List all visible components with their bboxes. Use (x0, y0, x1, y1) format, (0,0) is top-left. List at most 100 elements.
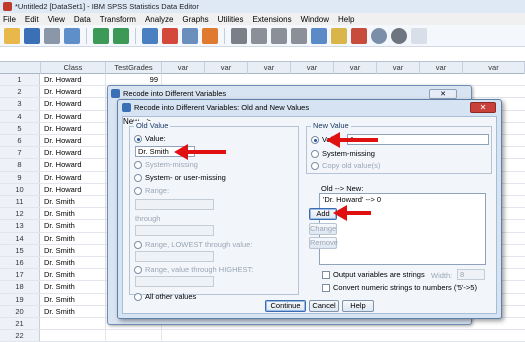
row-number[interactable]: 18 (0, 281, 40, 293)
range-from-input[interactable] (135, 199, 214, 210)
row-number[interactable]: 3 (0, 98, 40, 110)
cell-class[interactable]: Dr. Smith (41, 257, 106, 269)
row-number[interactable]: 10 (0, 183, 40, 195)
column-header-var[interactable]: var (377, 62, 420, 74)
cell-class[interactable]: Dr. Smith (41, 269, 106, 281)
cell-class[interactable]: Dr. Howard (41, 122, 106, 134)
copy-old-values-radio[interactable]: Copy old value(s) (311, 161, 380, 170)
cell-editor-bar[interactable] (0, 48, 525, 62)
continue-button[interactable]: Continue (265, 300, 306, 312)
cell-class[interactable]: Dr. Howard (41, 147, 106, 159)
row-number[interactable]: 14 (0, 232, 40, 244)
cell-class[interactable] (41, 330, 106, 342)
cancel-button[interactable]: Cancel (309, 300, 339, 312)
goto-variable-icon[interactable] (162, 27, 178, 44)
change-button[interactable]: Change (309, 223, 337, 235)
cell-testgrades[interactable]: 99 (106, 74, 162, 86)
menu-edit[interactable]: Edit (25, 15, 39, 24)
cell-class[interactable]: Dr. Smith (41, 305, 106, 317)
goto-case-icon[interactable] (142, 27, 158, 44)
weight-cases-icon[interactable] (311, 27, 327, 44)
column-header-testgrades[interactable]: TestGrades (106, 62, 162, 74)
split-file-icon[interactable] (291, 27, 307, 44)
menu-help[interactable]: Help (338, 15, 354, 24)
open-folder-icon[interactable] (4, 27, 20, 44)
spell-check-icon[interactable] (411, 27, 427, 44)
range-highest-input[interactable] (135, 276, 214, 287)
save-icon[interactable] (24, 27, 40, 44)
row-number[interactable]: 11 (0, 196, 40, 208)
run-descriptives-icon[interactable] (202, 27, 218, 44)
menu-file[interactable]: File (3, 15, 16, 24)
row-number[interactable]: 1 (0, 74, 40, 86)
range-highest-radio[interactable]: Range, value through HIGHEST: (134, 265, 253, 274)
menu-utilities[interactable]: Utilities (218, 15, 244, 24)
cell-class[interactable]: Dr. Howard (41, 86, 106, 98)
row-number[interactable]: 22 (0, 330, 40, 342)
system-or-user-missing-radio[interactable]: System- or user-missing (134, 173, 226, 182)
range-to-input[interactable] (135, 225, 214, 236)
range-lowest-input[interactable] (135, 251, 214, 262)
cell-class[interactable]: Dr. Howard (41, 110, 106, 122)
row-number[interactable]: 9 (0, 171, 40, 183)
row-number[interactable]: 6 (0, 135, 40, 147)
row-number[interactable]: 5 (0, 122, 40, 134)
cell-class[interactable]: Dr. Howard (41, 159, 106, 171)
remove-button[interactable]: Remove (309, 237, 338, 249)
dialog-recall-icon[interactable] (64, 27, 80, 44)
column-header-var[interactable]: var (334, 62, 377, 74)
cell-class[interactable] (41, 318, 106, 330)
cell-class[interactable]: Dr. Smith (41, 244, 106, 256)
cell-class[interactable]: Dr. Howard (41, 171, 106, 183)
menu-analyze[interactable]: Analyze (145, 15, 173, 24)
show-all-variables-icon[interactable] (391, 27, 407, 44)
cell-class[interactable]: Dr. Smith (41, 281, 106, 293)
column-header-var[interactable]: var (420, 62, 463, 74)
new-system-missing-radio[interactable]: System-missing (311, 149, 375, 158)
row-number[interactable]: 7 (0, 147, 40, 159)
row-number[interactable]: 4 (0, 110, 40, 122)
row-number[interactable]: 12 (0, 208, 40, 220)
close-icon[interactable]: ✕ (429, 89, 457, 99)
cell-class[interactable]: Dr. Howard (41, 135, 106, 147)
help-button[interactable]: Help (342, 300, 374, 312)
value-labels-icon[interactable] (351, 27, 367, 44)
variables-icon[interactable] (182, 27, 198, 44)
width-input[interactable]: 8 (457, 269, 485, 280)
table-row[interactable]: 22 (0, 330, 525, 342)
undo-icon[interactable] (93, 27, 109, 44)
column-header-var[interactable]: var (162, 62, 205, 74)
row-number[interactable]: 2 (0, 86, 40, 98)
menu-window[interactable]: Window (301, 15, 329, 24)
select-cases-icon[interactable] (331, 27, 347, 44)
convert-numeric-checkbox[interactable]: Convert numeric strings to numbers ('5'-… (322, 283, 477, 292)
row-number[interactable]: 15 (0, 244, 40, 256)
cell-class[interactable]: Dr. Smith (41, 196, 106, 208)
column-header-class[interactable]: Class (41, 62, 106, 74)
column-header-var[interactable]: var (463, 62, 525, 74)
print-icon[interactable] (44, 27, 60, 44)
cell-class[interactable]: Dr. Smith (41, 208, 106, 220)
all-other-values-radio[interactable]: All other values (134, 292, 196, 301)
menu-data[interactable]: Data (74, 15, 91, 24)
cell-testgrades[interactable] (106, 330, 162, 342)
use-sets-icon[interactable] (371, 27, 387, 44)
column-header-var[interactable]: var (205, 62, 248, 74)
find-icon[interactable] (231, 27, 247, 44)
menu-graphs[interactable]: Graphs (182, 15, 208, 24)
column-header-var[interactable]: var (291, 62, 334, 74)
range-radio[interactable]: Range: (134, 186, 169, 195)
cell-class[interactable]: Dr. Howard (41, 74, 106, 86)
cell-class[interactable]: Dr. Howard (41, 183, 106, 195)
old-value-radio[interactable]: Value: (134, 134, 166, 143)
cell-class[interactable]: Dr. Smith (41, 232, 106, 244)
output-strings-checkbox[interactable]: Output variables are strings (322, 270, 425, 279)
cell-class[interactable]: Dr. Smith (41, 293, 106, 305)
insert-cases-icon[interactable] (251, 27, 267, 44)
redo-icon[interactable] (113, 27, 129, 44)
close-icon[interactable]: ✕ (470, 102, 496, 113)
range-lowest-radio[interactable]: Range, LOWEST through value: (134, 240, 252, 249)
row-number[interactable]: 8 (0, 159, 40, 171)
row-number[interactable]: 20 (0, 305, 40, 317)
row-number[interactable]: 13 (0, 220, 40, 232)
